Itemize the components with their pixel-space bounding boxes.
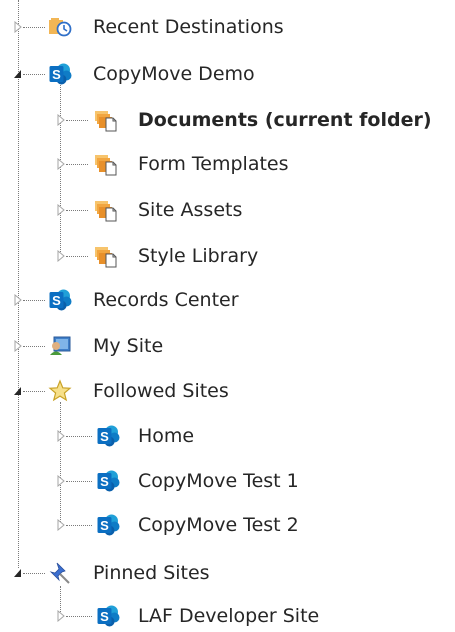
tree-node-my-site[interactable]: My Site	[0, 332, 360, 362]
tree-node-label: LAF Developer Site	[138, 605, 320, 627]
tree-node-documents[interactable]: Documents (current folder)	[0, 106, 455, 136]
expand-arrow-icon[interactable]	[56, 519, 66, 531]
sharepoint-site-icon	[96, 604, 120, 628]
tree-node-followed-sites[interactable]: Followed Sites	[0, 377, 360, 407]
destination-tree: Recent Destinations CopyMove Demo Docume…	[0, 0, 455, 630]
expand-arrow-icon[interactable]	[56, 430, 66, 442]
tree-node-form-templates[interactable]: Form Templates	[0, 150, 360, 180]
collapse-arrow-icon[interactable]	[13, 385, 23, 397]
tree-line	[66, 436, 92, 437]
tree-node-site-assets[interactable]: Site Assets	[0, 196, 360, 226]
tree-node-label: Home	[138, 425, 195, 447]
sharepoint-site-icon	[96, 469, 120, 493]
collapse-arrow-icon[interactable]	[13, 68, 23, 80]
library-icon	[94, 244, 118, 268]
tree-line	[23, 300, 45, 301]
tree-node-style-library[interactable]: Style Library	[0, 242, 360, 272]
expand-arrow-icon[interactable]	[56, 250, 66, 262]
tree-line	[23, 346, 45, 347]
tree-node-pinned-sites[interactable]: Pinned Sites	[0, 559, 360, 589]
tree-line	[66, 120, 88, 121]
sharepoint-site-icon	[48, 62, 72, 86]
tree-node-label: Documents (current folder)	[138, 109, 432, 131]
tree-node-label: Site Assets	[138, 199, 243, 221]
expand-arrow-icon[interactable]	[56, 475, 66, 487]
sharepoint-site-icon	[48, 288, 72, 312]
expand-arrow-icon[interactable]	[13, 340, 23, 352]
tree-node-copymove-test-1[interactable]: CopyMove Test 1	[0, 467, 360, 497]
tree-line	[23, 391, 45, 392]
tree-line	[66, 616, 92, 617]
tree-line	[66, 525, 92, 526]
tree-node-label: My Site	[93, 335, 164, 357]
tree-node-label: Form Templates	[138, 153, 289, 175]
tree-node-label: CopyMove Test 1	[138, 470, 299, 492]
tree-node-label: Records Center	[93, 289, 239, 311]
tree-line	[66, 256, 88, 257]
star-icon	[48, 379, 72, 403]
library-icon	[94, 198, 118, 222]
tree-node-records-center[interactable]: Records Center	[0, 286, 360, 316]
expand-arrow-icon[interactable]	[56, 204, 66, 216]
expand-arrow-icon[interactable]	[13, 294, 23, 306]
tree-line	[66, 481, 92, 482]
tree-line	[23, 74, 45, 75]
tree-node-recent-destinations[interactable]: Recent Destinations	[0, 13, 360, 43]
tree-node-copymove-demo[interactable]: CopyMove Demo	[0, 60, 360, 90]
pin-icon	[48, 561, 72, 585]
expand-arrow-icon[interactable]	[56, 114, 66, 126]
expand-arrow-icon[interactable]	[13, 21, 23, 33]
sharepoint-site-icon	[96, 513, 120, 537]
collapse-arrow-icon[interactable]	[13, 567, 23, 579]
tree-node-label: CopyMove Test 2	[138, 514, 299, 536]
sharepoint-site-icon	[96, 424, 120, 448]
tree-line	[66, 164, 88, 165]
tree-node-home[interactable]: Home	[0, 422, 360, 452]
tree-line	[60, 402, 61, 526]
library-icon	[94, 152, 118, 176]
tree-node-label: Recent Destinations	[93, 16, 284, 38]
tree-node-label: CopyMove Demo	[93, 63, 255, 85]
tree-node-laf-developer-site[interactable]: LAF Developer Site	[0, 602, 360, 632]
tree-line	[23, 573, 45, 574]
expand-arrow-icon[interactable]	[56, 610, 66, 622]
expand-arrow-icon[interactable]	[56, 158, 66, 170]
tree-line	[23, 27, 45, 28]
library-icon	[94, 108, 118, 132]
recent-destinations-icon	[48, 15, 72, 39]
tree-node-label: Followed Sites	[93, 380, 229, 402]
tree-node-label: Style Library	[138, 245, 259, 267]
tree-node-label: Pinned Sites	[93, 562, 210, 584]
tree-line	[66, 210, 88, 211]
my-site-icon	[48, 334, 72, 358]
tree-node-copymove-test-2[interactable]: CopyMove Test 2	[0, 511, 360, 541]
